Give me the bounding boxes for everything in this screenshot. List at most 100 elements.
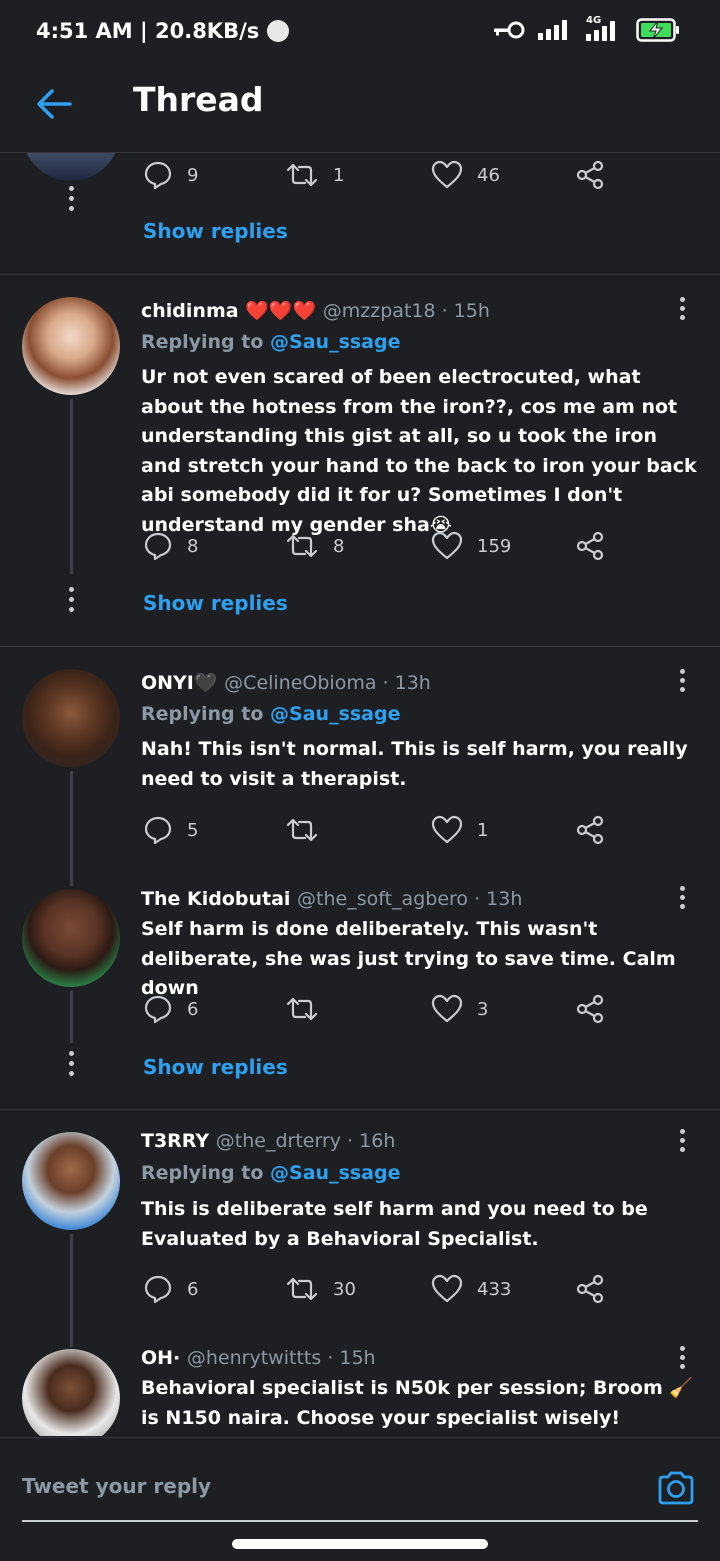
mention-link[interactable]: @Sau_ssage [270, 331, 400, 353]
thread-line [70, 399, 73, 574]
share-button[interactable] [575, 813, 605, 847]
tweet-text: Self harm is done deliberately. This was… [141, 918, 676, 999]
key-icon [494, 21, 525, 39]
avatar[interactable] [22, 297, 120, 395]
like-button[interactable]: 46 [431, 158, 500, 192]
reply-input-underline [22, 1520, 698, 1522]
tweet-text: Behavioral specialist is N50k per sessio… [141, 1377, 694, 1429]
retweet-button[interactable]: 30 [285, 1272, 356, 1306]
tweet-actions: 6 30 433 [141, 1272, 621, 1306]
reply-button[interactable]: 8 [143, 529, 198, 563]
mention-link[interactable]: @Sau_ssage [270, 1162, 400, 1184]
share-button[interactable] [575, 529, 605, 563]
avatar[interactable] [22, 669, 120, 767]
share-button[interactable] [575, 1272, 605, 1306]
thread-connector-dots [66, 186, 76, 216]
replying-to: Replying to @Sau_ssage [141, 1162, 401, 1184]
avatar[interactable] [22, 1349, 120, 1436]
thread-line [70, 1234, 73, 1347]
share-button[interactable] [575, 992, 605, 1026]
reply-button[interactable]: 9 [143, 158, 198, 192]
heart-icon [431, 160, 463, 189]
share-icon [576, 531, 604, 561]
author-name[interactable]: The Kidobutai [141, 888, 290, 910]
thread-feed[interactable]: 9 1 46 Show replies chidinma ❤️❤️❤️ @mzz… [0, 153, 720, 1436]
heart-icon [431, 994, 463, 1023]
thread-line [70, 991, 73, 1043]
show-replies-link[interactable]: Show replies [143, 219, 288, 243]
like-button[interactable]: 1 [431, 813, 488, 847]
show-replies-link[interactable]: Show replies [143, 591, 288, 615]
reply-button[interactable]: 6 [143, 1272, 198, 1306]
author-handle-time[interactable]: @the_drterry · 16h [216, 1130, 396, 1152]
heart-icon [431, 1274, 463, 1303]
page-title: Thread [133, 80, 264, 119]
tweet-text: Nah! This isn't normal. This is self har… [141, 738, 688, 790]
reply-icon [144, 532, 172, 561]
more-options-icon[interactable] [672, 669, 692, 693]
app-header: Thread [0, 62, 720, 153]
share-button[interactable] [575, 158, 605, 192]
retweet-icon [286, 997, 318, 1021]
retweet-button[interactable] [285, 992, 333, 1026]
retweet-icon [286, 1277, 318, 1301]
author-handle-time[interactable]: @CelineObioma · 13h [224, 672, 431, 694]
share-icon [576, 1274, 604, 1304]
more-options-icon[interactable] [672, 297, 692, 321]
arrow-left-icon[interactable] [34, 84, 74, 124]
status-time-speed: 4:51 AM | 20.8KB/s [36, 19, 260, 43]
show-replies-link[interactable]: Show replies [143, 1055, 288, 1079]
avatar[interactable] [22, 889, 120, 987]
thread-connector-dots [66, 587, 76, 617]
thread-line [70, 771, 73, 886]
replying-to: Replying to @Sau_ssage [141, 703, 401, 725]
tweet-actions: 8 8 159 [141, 529, 621, 563]
replying-to: Replying to @Sau_ssage [141, 331, 401, 353]
retweet-icon [286, 534, 318, 558]
divider [0, 646, 720, 647]
like-button[interactable]: 433 [431, 1272, 511, 1306]
heart-icon [431, 531, 463, 560]
author-handle-time[interactable]: @mzzpat18 · 15h [323, 300, 490, 322]
retweet-button[interactable]: 8 [285, 529, 344, 563]
tweet-text: Ur not even scared of been electrocuted,… [141, 366, 697, 536]
signal-4g-icon: 4G [584, 15, 624, 42]
reply-icon [144, 1275, 172, 1304]
avatar[interactable] [22, 1132, 120, 1230]
author-name[interactable]: T3RRY [141, 1130, 209, 1152]
camera-icon[interactable] [656, 1468, 696, 1508]
reply-icon [144, 816, 172, 845]
tweet-actions: 6 3 [141, 992, 621, 1026]
reply-input[interactable]: Tweet your reply [22, 1474, 211, 1498]
retweet-button[interactable] [285, 813, 333, 847]
status-bar: 4:51 AM | 20.8KB/s 4G [0, 0, 720, 62]
tweet-text: This is deliberate self harm and you nee… [141, 1198, 648, 1250]
heart-icon [431, 815, 463, 844]
like-button[interactable]: 159 [431, 529, 511, 563]
share-icon [576, 815, 604, 845]
author-handle-time[interactable]: @the_soft_agbero · 13h [297, 888, 522, 910]
author-handle-time[interactable]: @henrytwittts · 15h [187, 1347, 376, 1369]
author-name[interactable]: chidinma ❤️❤️❤️ [141, 300, 316, 322]
more-options-icon[interactable] [672, 1346, 692, 1370]
retweet-button[interactable]: 1 [285, 158, 344, 192]
mention-link[interactable]: @Sau_ssage [270, 703, 400, 725]
home-indicator[interactable] [232, 1539, 488, 1549]
divider [0, 274, 720, 275]
like-button[interactable]: 3 [431, 992, 488, 1026]
divider [0, 1109, 720, 1110]
avatar[interactable] [22, 153, 120, 181]
more-options-icon[interactable] [672, 1129, 692, 1153]
reply-button[interactable]: 6 [143, 992, 198, 1026]
author-name[interactable]: OH· [141, 1347, 180, 1369]
battery-charging-icon [636, 18, 679, 42]
notification-dot-icon [267, 20, 290, 42]
retweet-icon [286, 163, 318, 187]
more-options-icon[interactable] [672, 886, 692, 910]
tweet-actions: 9 1 46 [141, 158, 621, 192]
retweet-icon [286, 818, 318, 842]
share-icon [576, 994, 604, 1024]
author-name[interactable]: ONYI🖤 [141, 672, 218, 694]
thread-connector-dots [66, 1051, 76, 1081]
reply-button[interactable]: 5 [143, 813, 198, 847]
